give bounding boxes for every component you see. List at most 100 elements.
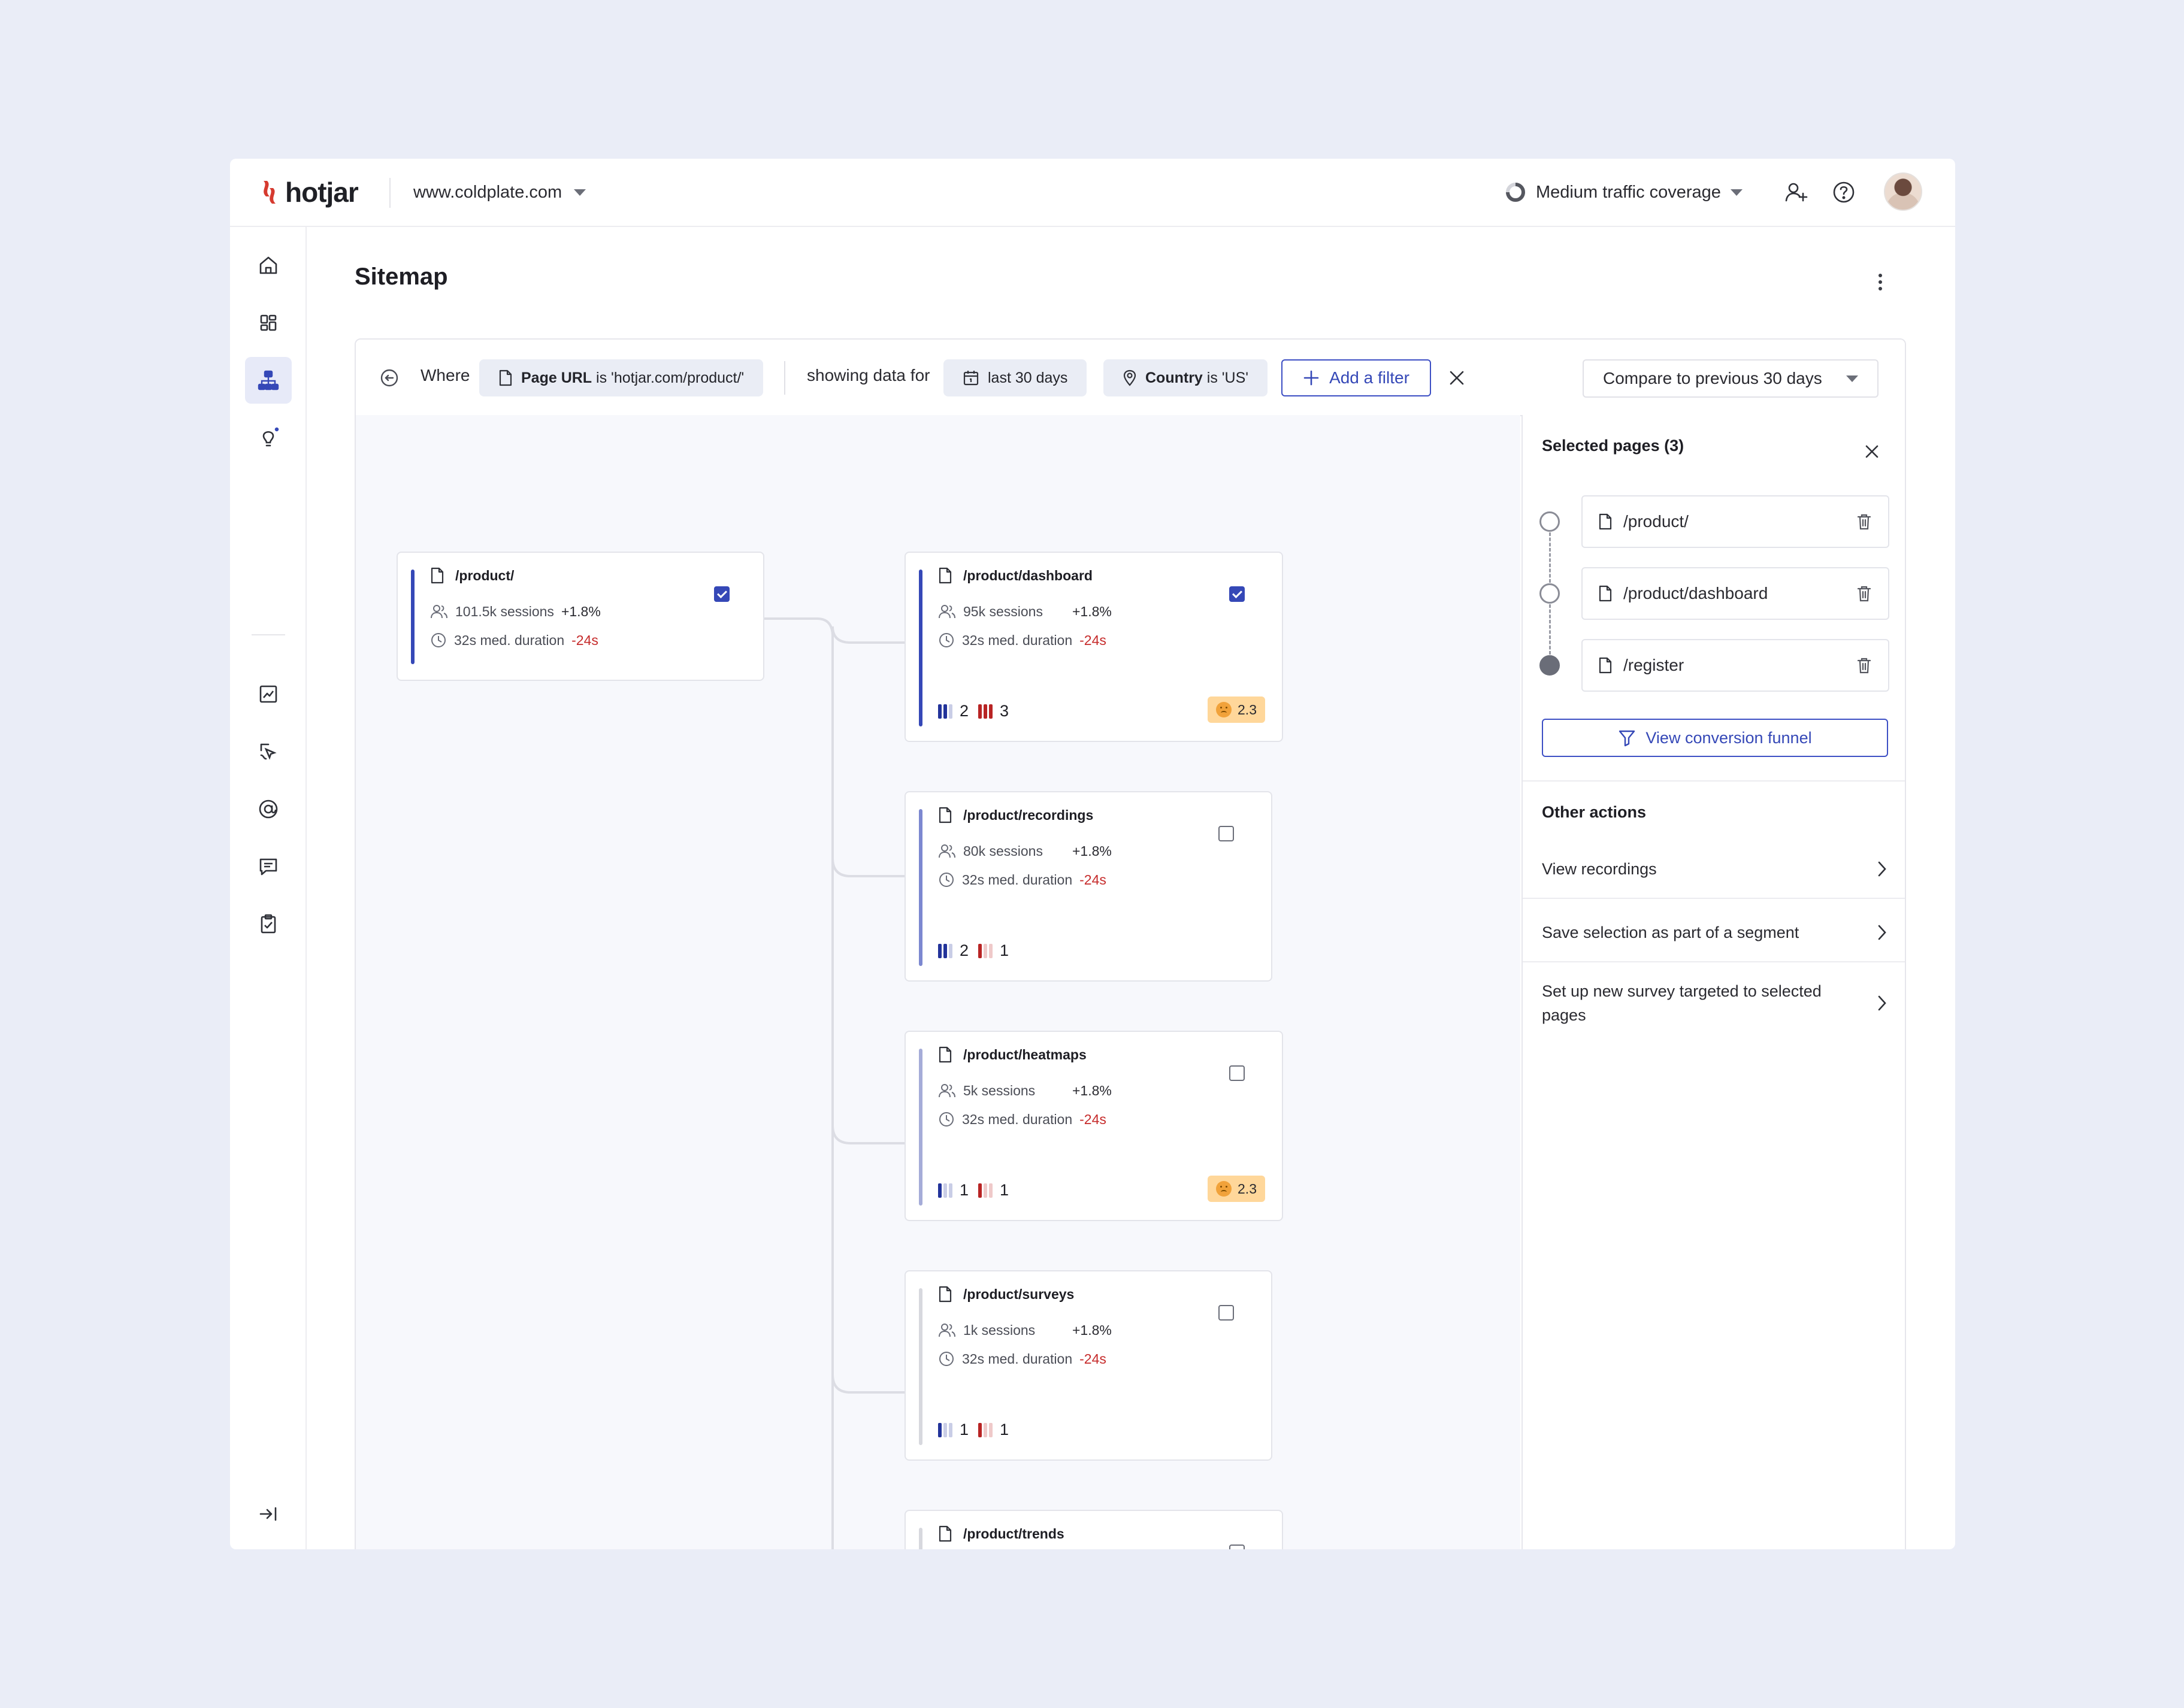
page-card-product-dashboard[interactable]: /product/dashboard 95k sessions +1.8% 32… <box>905 552 1283 742</box>
feedback-icon <box>259 858 277 876</box>
users-icon <box>939 1324 955 1337</box>
sidebar-divider <box>252 634 285 635</box>
invite-user-icon[interactable] <box>1781 178 1810 207</box>
red-metric: 1 <box>978 1181 1009 1200</box>
country-key: Country <box>1145 369 1203 386</box>
add-filter-label: Add a filter <box>1329 368 1409 387</box>
select-checkbox[interactable] <box>714 586 730 602</box>
sidebar-item-insights[interactable] <box>245 414 292 461</box>
document-icon <box>1599 657 1612 674</box>
trash-icon[interactable] <box>1856 656 1873 674</box>
chevron-right-icon <box>1878 995 1886 1011</box>
select-checkbox[interactable] <box>1229 1065 1245 1081</box>
selected-page-item[interactable]: /product/ <box>1581 495 1889 548</box>
chevron-right-icon <box>1878 925 1886 940</box>
logo[interactable]: hotjar <box>258 175 359 209</box>
add-filter-button[interactable]: Add a filter <box>1281 359 1431 396</box>
compare-label: Compare to previous 30 days <box>1603 369 1822 387</box>
duration-row: 32s med. duration -24s <box>938 632 1106 649</box>
sidebar-item-heatmaps[interactable] <box>245 728 292 775</box>
sidebar-collapse-button[interactable] <box>245 1491 292 1537</box>
clock-icon <box>939 1112 954 1126</box>
select-checkbox[interactable] <box>1229 586 1245 602</box>
calendar-icon <box>963 371 979 386</box>
action-setup-survey[interactable]: Set up new survey targeted to selected p… <box>1542 978 1888 1028</box>
sessions-row: 95k sessions +1.8% <box>938 603 1112 620</box>
country-filter-chip[interactable]: Country is 'US' <box>1103 359 1268 396</box>
chevron-down-icon <box>574 189 586 196</box>
sessions-row: 1k sessions +1.8% <box>938 1322 1112 1338</box>
page-url-value: is 'hotjar.com/product/' <box>596 369 745 386</box>
close-panel-icon[interactable] <box>1862 441 1882 462</box>
blue-bars-icon <box>938 704 952 719</box>
traffic-bar <box>919 1288 922 1445</box>
header-divider <box>389 178 391 208</box>
date-range-chip[interactable]: last 30 days <box>943 359 1087 396</box>
sidebar-item-feedback[interactable] <box>245 843 292 890</box>
trends-icon <box>259 685 277 703</box>
panel-divider <box>1523 780 1905 782</box>
document-icon <box>939 1525 952 1542</box>
sidebar-item-engage[interactable] <box>245 786 292 832</box>
dashboard-icon <box>260 314 277 331</box>
clear-filters-close-icon[interactable] <box>1446 367 1468 389</box>
sidebar-item-trends[interactable] <box>245 671 292 717</box>
page-title: Sitemap <box>355 264 448 290</box>
select-checkbox[interactable] <box>1229 1545 1245 1549</box>
site-selector[interactable]: www.coldplate.com <box>413 177 586 208</box>
selected-page-item[interactable]: /product/dashboard <box>1581 567 1889 620</box>
other-actions-title: Other actions <box>1542 803 1647 821</box>
sidebar-item-sitemap[interactable] <box>245 357 292 404</box>
trash-icon[interactable] <box>1856 585 1873 602</box>
red-metric: 1 <box>978 1421 1009 1439</box>
page-card-product[interactable]: /product/ 101.5k sessions +1.8% 32s med.… <box>397 552 764 681</box>
clock-icon <box>939 1352 954 1366</box>
page-card-product-trends[interactable]: /product/trends <box>905 1510 1283 1549</box>
compare-period-select[interactable]: Compare to previous 30 days <box>1583 359 1879 398</box>
page-url-filter-chip[interactable]: Page URL is 'hotjar.com/product/' <box>479 359 764 396</box>
step-circle <box>1539 511 1560 532</box>
trash-icon[interactable] <box>1856 513 1873 531</box>
step-circle-final <box>1539 655 1560 676</box>
sidebar-item-dashboards[interactable] <box>245 299 292 346</box>
document-icon <box>939 567 952 584</box>
action-view-recordings[interactable]: View recordings <box>1542 851 1888 887</box>
at-sign-icon <box>259 800 278 819</box>
survey-clipboard-icon <box>261 914 276 934</box>
traffic-bar <box>919 570 922 726</box>
more-options-icon[interactable] <box>1871 269 1889 295</box>
date-range-value: last 30 days <box>988 369 1068 386</box>
country-value: is 'US' <box>1206 369 1249 386</box>
back-arrow-icon[interactable] <box>380 368 399 387</box>
page-card-product-heatmaps[interactable]: /product/heatmaps 5k sessions +1.8% 32s … <box>905 1031 1283 1221</box>
step-circle <box>1539 583 1560 604</box>
view-conversion-funnel-button[interactable]: View conversion funnel <box>1542 719 1888 757</box>
sidebar-item-surveys[interactable] <box>245 901 292 947</box>
site-name: www.coldplate.com <box>413 182 562 202</box>
hotjar-logo-icon <box>264 181 276 204</box>
user-avatar[interactable] <box>1884 172 1922 211</box>
sessions-row: 80k sessions +1.8% <box>938 843 1112 859</box>
sad-face-icon <box>1216 702 1232 717</box>
logo-text: hotjar <box>285 177 359 208</box>
coverage-ring-icon <box>1506 183 1525 202</box>
duration-row: 32s med. duration -24s <box>938 1111 1106 1128</box>
document-icon <box>939 807 952 823</box>
select-checkbox[interactable] <box>1218 1305 1234 1321</box>
sitemap-canvas[interactable]: /product/ 101.5k sessions +1.8% 32s med.… <box>356 415 1520 1549</box>
card-metrics: 2 3 <box>938 702 1009 720</box>
blue-bars-icon <box>938 1183 952 1198</box>
help-icon[interactable] <box>1829 178 1858 207</box>
sidebar-item-home[interactable] <box>245 242 292 289</box>
step-connector <box>1549 532 1551 583</box>
page-card-product-recordings[interactable]: /product/recordings 80k sessions +1.8% 3… <box>905 791 1272 982</box>
action-save-segment[interactable]: Save selection as part of a segment <box>1542 914 1888 950</box>
select-checkbox[interactable] <box>1218 826 1234 841</box>
home-icon <box>259 256 277 274</box>
page-card-product-surveys[interactable]: /product/surveys 1k sessions +1.8% 32s m… <box>905 1270 1272 1461</box>
top-bar: hotjar www.coldplate.com Medium traffic … <box>230 159 1955 227</box>
clock-icon <box>939 873 954 887</box>
traffic-coverage-selector[interactable]: Medium traffic coverage <box>1505 177 1743 208</box>
selected-page-item[interactable]: /register <box>1581 639 1889 692</box>
users-icon <box>939 1084 955 1098</box>
